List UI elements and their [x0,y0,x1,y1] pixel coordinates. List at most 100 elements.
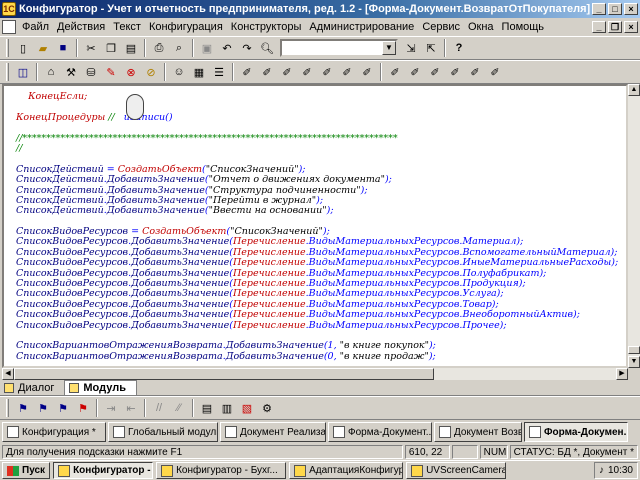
constructor-6-icon[interactable]: ✐ [338,63,356,81]
constructor-2-icon[interactable]: ✐ [258,63,276,81]
child-restore-button[interactable]: ❐ [608,21,622,33]
menu-text[interactable]: Текст [109,21,145,33]
app-icon [161,464,174,477]
open-configuration-icon[interactable]: ⌂ [42,63,60,81]
paste-icon[interactable]: ▤ [122,39,140,57]
menu-windows[interactable]: Окна [464,21,498,33]
outdent-icon[interactable]: ⇤ [122,399,140,417]
constructor-8-icon[interactable]: ✐ [386,63,404,81]
window-button[interactable]: Форма-Докумен... [524,422,628,442]
window-button[interactable]: Документ Реализа... [220,422,326,442]
uncomment-icon[interactable]: ⁄⁄ [170,399,188,417]
scroll-up-icon[interactable]: ▲ [628,84,640,96]
procedures-icon[interactable]: ▧ [238,399,256,417]
window-button[interactable]: Форма-Документ.... [328,422,432,442]
close-button[interactable]: × [624,3,638,15]
constructor-13-icon[interactable]: ✐ [486,63,504,81]
copy-icon[interactable]: ❐ [102,39,120,57]
constructor-4-icon[interactable]: ✐ [298,63,316,81]
delete-icon[interactable]: ▣ [198,39,216,57]
cut-icon[interactable]: ✂ [82,39,100,57]
format-icon[interactable]: ▤ [198,399,216,417]
save-icon[interactable]: ■ [54,39,72,57]
user-icon[interactable]: ☺ [170,63,188,81]
code-token: ДобавитьЗначение [106,194,205,206]
scroll-right-icon[interactable]: ▶ [616,368,628,380]
indent-icon[interactable]: ⇥ [102,399,120,417]
save-db-icon[interactable]: ⛁ [82,63,100,81]
code-token: ДобавитьЗначение [225,340,324,352]
constructor-3-icon[interactable]: ✐ [278,63,296,81]
minimize-button[interactable]: _ [592,3,606,15]
constructor-12-icon[interactable]: ✐ [466,63,484,81]
child-minimize-button[interactable]: _ [592,21,606,33]
code-token: СписокВидовРесурсов [16,309,129,321]
menu-service[interactable]: Сервис [418,21,464,33]
metadata-icon[interactable]: ◫ [14,63,32,81]
horizontal-scrollbar[interactable]: ◀ ▶ [2,368,628,380]
menu-constructors[interactable]: Конструкторы [227,21,306,33]
start-button[interactable]: Пуск [2,462,51,479]
taskbar-task[interactable]: Конфигуратор - Бухг... [156,462,287,479]
constructor-7-icon[interactable]: ✐ [358,63,376,81]
bookmark-clear-icon[interactable]: ⚑ [74,399,92,417]
scroll-left-icon[interactable]: ◀ [2,368,14,380]
open-folder-icon[interactable]: ▰ [34,39,52,57]
window-icon [113,426,125,438]
menu-configuration[interactable]: Конфигурация [145,21,227,33]
code-token: ДобавитьЗначение [131,267,230,279]
tools-icon[interactable]: ⚒ [62,63,80,81]
print-icon[interactable]: ⎙ [150,39,168,57]
window-button[interactable]: Глобальный модуль [108,422,218,442]
find-next-icon[interactable]: ⇲ [402,39,420,57]
constructor-9-icon[interactable]: ✐ [406,63,424,81]
taskbar-task[interactable]: UVScreenCamera [406,462,507,479]
window-list-bar: Конфигурация * Глобальный модуль Документ … [0,420,640,444]
print-preview-icon[interactable]: ⌕ [170,39,188,57]
taskbar-task[interactable]: Конфигуратор - Уч... [53,462,154,479]
menu-help[interactable]: Помощь [498,21,549,33]
menu-file[interactable]: Файл [18,21,53,33]
maximize-button[interactable]: □ [608,3,622,15]
comment-icon[interactable]: // [150,399,168,417]
redo-icon[interactable]: ↷ [238,39,256,57]
debug-icon[interactable]: ⚙ [258,399,276,417]
scroll-thumb-horizontal[interactable] [14,368,434,380]
bookmark-next-icon[interactable]: ⚑ [34,399,52,417]
warning-icon[interactable]: ⊘ [142,63,160,81]
bookmark-prev-icon[interactable]: ⚑ [54,399,72,417]
child-close-button[interactable]: × [624,21,638,33]
constructor-11-icon[interactable]: ✐ [446,63,464,81]
menu-actions[interactable]: Действия [53,21,109,33]
scroll-down-icon[interactable]: ▼ [628,356,640,368]
chevron-down-icon[interactable]: ▼ [382,41,396,55]
window-button[interactable]: Документ Возврат... [434,422,522,442]
document-icon[interactable] [2,20,16,34]
bookmark-icon[interactable]: ⚑ [14,399,32,417]
help-icon[interactable]: ? [450,39,468,57]
constructor-5-icon[interactable]: ✐ [318,63,336,81]
new-file-icon[interactable]: ▯ [14,39,32,57]
tab-dialog[interactable]: Диалог [0,380,64,395]
search-combo[interactable]: ▼ [280,39,398,57]
vertical-scrollbar[interactable]: ▲ ▼ [628,84,640,368]
window-button[interactable]: Конфигурация * [2,422,106,442]
check-icon[interactable]: ✎ [102,63,120,81]
code-editor[interactable]: КонецЕсли; КонецПроцедуры // иЗаписи() //*… [2,84,628,368]
menu-administration[interactable]: Администрирование [305,21,418,33]
undo-icon[interactable]: ↶ [218,39,236,57]
syntax-check-icon[interactable]: ▥ [218,399,236,417]
title-bar[interactable]: 1С Конфигуратор - Учет и отчетность пред… [0,0,640,18]
scroll-thumb[interactable] [628,346,640,354]
code-token: ДобавитьЗначение [131,309,230,321]
taskbar-task[interactable]: АдаптацияКонфигур... [289,462,404,479]
speaker-icon[interactable]: ♪ [599,465,604,476]
stop-icon[interactable]: ⊗ [122,63,140,81]
find-icon[interactable]: 🔍︎ [258,39,276,57]
constructor-10-icon[interactable]: ✐ [426,63,444,81]
list-icon[interactable]: ☰ [210,63,228,81]
monitor-icon[interactable]: ▦ [190,63,208,81]
tab-module[interactable]: Модуль [64,380,137,395]
constructor-1-icon[interactable]: ✐ [238,63,256,81]
find-prev-icon[interactable]: ⇱ [422,39,440,57]
